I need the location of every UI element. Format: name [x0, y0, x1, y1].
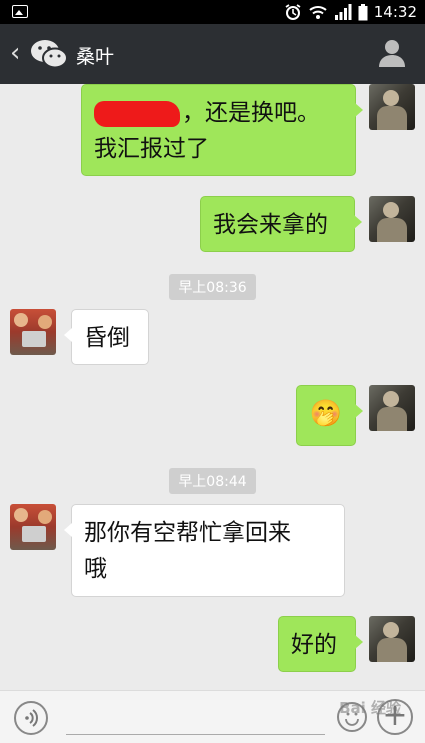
message-list[interactable]: ，还是换吧。 我汇报过了 我会来拿的 早上08:36 昏倒 🤭 早上08:44 … — [0, 84, 425, 690]
voice-input-button[interactable] — [14, 701, 48, 735]
timestamp: 早上08:36 — [0, 274, 425, 300]
gallery-notification-icon — [12, 5, 28, 18]
avatar[interactable] — [369, 196, 415, 242]
alarm-icon — [285, 4, 301, 20]
message-text: 好的 — [291, 632, 337, 658]
avatar[interactable] — [10, 504, 56, 550]
contact-info-icon[interactable] — [379, 39, 405, 67]
status-bar: 14:32 — [0, 0, 425, 24]
message-bubble[interactable]: 昏倒 — [64, 309, 149, 365]
avatar[interactable] — [369, 616, 415, 662]
battery-icon — [358, 3, 368, 20]
wechat-icon[interactable] — [30, 38, 68, 70]
message-text: 哦 — [84, 556, 107, 582]
avatar[interactable] — [10, 309, 56, 355]
message-text: 我会来拿的 — [213, 212, 328, 238]
contact-name: 桑叶 — [76, 46, 115, 68]
message-bubble[interactable]: 好的 — [278, 616, 363, 672]
avatar[interactable] — [369, 385, 415, 431]
back-button[interactable]: ‹ — [10, 38, 20, 68]
message-text: 昏倒 — [84, 325, 130, 351]
timestamp: 早上08:44 — [0, 468, 425, 494]
message-bubble[interactable]: 🤭 — [296, 385, 363, 446]
status-right: 14:32 — [284, 2, 417, 22]
message-text: ，还是换吧。 — [182, 100, 320, 126]
wifi-icon — [309, 6, 327, 19]
message-input[interactable] — [66, 734, 325, 735]
chat-header: ‹ 桑叶 — [0, 24, 425, 84]
message-bubble[interactable]: 那你有空帮忙拿回来 哦 — [64, 504, 345, 597]
message-text: 那你有空帮忙拿回来 — [84, 520, 291, 546]
watermark: Bai 经验 — [339, 699, 401, 717]
clock-time: 14:32 — [373, 3, 417, 21]
input-bar: + Bai 经验 — [0, 690, 425, 743]
signal-icon — [334, 4, 352, 20]
emoji-sticker: 🤭 — [309, 399, 343, 429]
voice-icon — [25, 709, 38, 727]
message-bubble[interactable]: 我会来拿的 — [200, 196, 362, 252]
avatar[interactable] — [369, 84, 415, 130]
message-bubble[interactable]: ，还是换吧。 我汇报过了 — [81, 84, 363, 176]
message-text: 我汇报过了 — [94, 136, 209, 162]
redaction-mark — [94, 100, 180, 127]
